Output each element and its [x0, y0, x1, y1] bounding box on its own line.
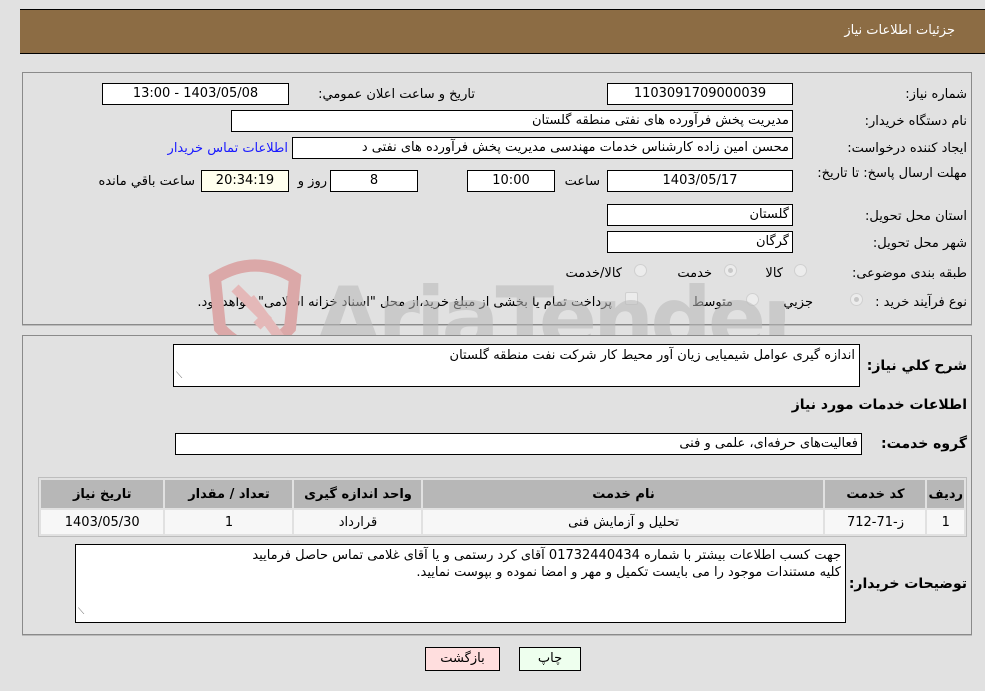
deadline-time-label: ساعت: [564, 174, 600, 189]
announce-label: تاریخ و ساعت اعلان عمومي:: [318, 87, 475, 102]
creator-field[interactable]: محسن امین زاده کارشناس خدمات مهندسی مدیر…: [292, 137, 793, 159]
back-button[interactable]: بازگشت: [425, 647, 500, 671]
cell-need-date: 1403/05/30: [41, 510, 164, 534]
category-goods-service-label: کالا/خدمت: [565, 266, 622, 281]
buyer-notes-line-2: کلیه مستندات موجود را می بایست تکمیل و م…: [416, 565, 841, 580]
buyer-notes-textarea[interactable]: جهت کسب اطلاعات بیشتر با شماره 017324404…: [75, 544, 846, 623]
description-text: اندازه گیری عوامل شیمیایی زیان آور محیط …: [449, 348, 855, 363]
days-label: روز و: [297, 174, 327, 189]
description-label: شرح کلي نياز:: [866, 358, 967, 374]
cell-service-code: ز-71-712: [825, 510, 926, 534]
category-radio-service[interactable]: [724, 264, 737, 277]
process-medium-label: متوسط: [692, 295, 733, 310]
cell-service-name: تحلیل و آزمایش فنی: [423, 510, 824, 534]
category-goods-label: کالا: [765, 266, 783, 281]
announce-field[interactable]: 1403/05/08 - 13:00: [102, 83, 289, 105]
deadline-time-field[interactable]: 10:00: [467, 170, 555, 192]
category-radio-goods[interactable]: [794, 264, 807, 277]
col-quantity: تعداد / مقدار: [165, 480, 293, 508]
category-label: طبقه بندی موضوعی:: [851, 266, 967, 281]
col-row-number: رديف: [927, 480, 964, 508]
province-label: استان محل تحویل:: [865, 209, 967, 224]
category-radio-goods-service[interactable]: [634, 264, 647, 277]
cell-quantity: 1: [165, 510, 293, 534]
print-button[interactable]: چاپ: [519, 647, 581, 671]
deadline-date-field[interactable]: 1403/05/17: [607, 170, 793, 192]
table-header-row: رديف کد خدمت نام خدمت واحد اندازه گيری ت…: [41, 480, 964, 508]
cell-row-number: 1: [927, 510, 964, 534]
services-heading: اطلاعات خدمات مورد نياز: [791, 397, 967, 413]
buyer-contact-link[interactable]: اطلاعات تماس خریدار: [168, 141, 288, 156]
resize-grip-icon[interactable]: ⟋: [176, 368, 182, 385]
creator-label: ایجاد کننده درخواست:: [847, 141, 967, 156]
col-unit: واحد اندازه گيری: [294, 480, 422, 508]
need-number-label: شماره نیاز:: [905, 87, 967, 102]
process-radio-minor[interactable]: [850, 293, 863, 306]
days-field[interactable]: 8: [330, 170, 418, 192]
city-label: شهر محل تحویل:: [872, 236, 967, 251]
resize-grip-icon[interactable]: ⟋: [78, 604, 84, 621]
treasury-note: پرداخت تمام یا بخشی از مبلغ خرید،از محل …: [197, 295, 612, 310]
buyer-org-field[interactable]: مدیریت پخش فرآورده های نفتی منطقه گلستان: [231, 110, 793, 132]
province-field[interactable]: گلستان: [607, 204, 793, 226]
page-header: جزئیات اطلاعات نیاز: [20, 9, 985, 54]
buyer-org-label: نام دستگاه خریدار:: [864, 114, 967, 129]
buyer-notes-line-1: جهت کسب اطلاعات بیشتر با شماره 017324404…: [252, 548, 841, 563]
col-service-name: نام خدمت: [423, 480, 824, 508]
col-need-date: تاريخ نياز: [41, 480, 164, 508]
buyer-notes-label: توضیحات خریدار:: [848, 576, 967, 592]
cell-unit: قرارداد: [294, 510, 422, 534]
col-service-code: کد خدمت: [825, 480, 926, 508]
need-number-field[interactable]: 1103091709000039: [607, 83, 793, 105]
deadline-label: مهلت ارسال پاسخ: تا تاریخ:: [817, 166, 967, 181]
description-textarea[interactable]: اندازه گیری عوامل شیمیایی زیان آور محیط …: [173, 344, 860, 387]
category-service-label: خدمت: [677, 266, 712, 281]
service-group-label: گروه خدمت:: [881, 436, 967, 452]
city-field[interactable]: گرگان: [607, 231, 793, 253]
services-table: رديف کد خدمت نام خدمت واحد اندازه گيری ت…: [38, 477, 967, 537]
page-title: جزئیات اطلاعات نیاز: [844, 23, 955, 38]
remaining-label: ساعت باقي مانده: [98, 174, 195, 189]
process-minor-label: جزيي: [783, 295, 813, 310]
remaining-time-field: 20:34:19: [201, 170, 289, 192]
table-row: 1 ز-71-712 تحلیل و آزمایش فنی قرارداد 1 …: [41, 510, 964, 534]
treasury-checkbox[interactable]: [625, 292, 638, 305]
service-group-field[interactable]: فعالیت‌های حرفه‌ای، علمی و فنی: [175, 433, 862, 455]
process-radio-medium[interactable]: [746, 293, 759, 306]
process-label: نوع فرآیند خرید :: [875, 295, 967, 310]
